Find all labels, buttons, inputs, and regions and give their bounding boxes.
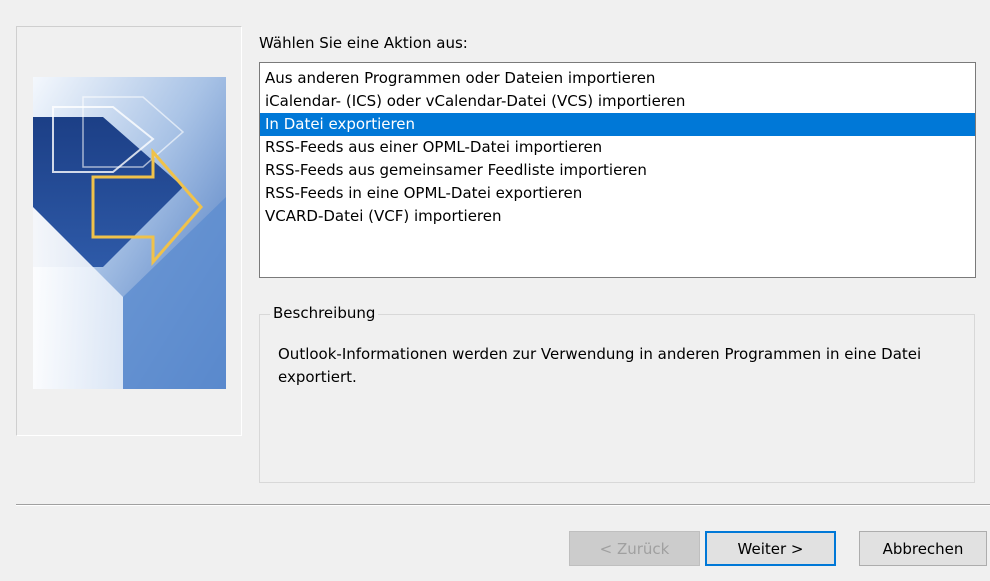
action-item-import-icalendar[interactable]: iCalendar- (ICS) oder vCalendar-Datei (V…: [260, 90, 975, 113]
description-text: Outlook-Informationen werden zur Verwend…: [278, 345, 922, 386]
back-button[interactable]: < Zurück: [569, 531, 700, 566]
action-item-export-rss-opml[interactable]: RSS-Feeds in eine OPML-Datei exportieren: [260, 182, 975, 205]
wizard-arrow-graphic: [33, 77, 226, 389]
action-item-import-rss-feedlist[interactable]: RSS-Feeds aus gemeinsamer Feedliste impo…: [260, 159, 975, 182]
next-button[interactable]: Weiter >: [705, 531, 836, 566]
description-groupbox: Beschreibung Outlook-Informationen werde…: [259, 304, 975, 483]
action-item-import-rss-opml[interactable]: RSS-Feeds aus einer OPML-Datei importier…: [260, 136, 975, 159]
action-item-import-vcard[interactable]: VCARD-Datei (VCF) importieren: [260, 205, 975, 228]
action-item-import-programs[interactable]: Aus anderen Programmen oder Dateien impo…: [260, 67, 975, 90]
wizard-image-panel: [16, 26, 242, 436]
action-item-export-file[interactable]: In Datei exportieren: [260, 113, 975, 136]
description-title: Beschreibung: [270, 304, 379, 322]
footer-separator: [16, 504, 990, 506]
cancel-button[interactable]: Abbrechen: [859, 531, 987, 566]
action-prompt-label: Wählen Sie eine Aktion aus:: [259, 34, 468, 52]
action-listbox[interactable]: Aus anderen Programmen oder Dateien impo…: [259, 62, 976, 278]
